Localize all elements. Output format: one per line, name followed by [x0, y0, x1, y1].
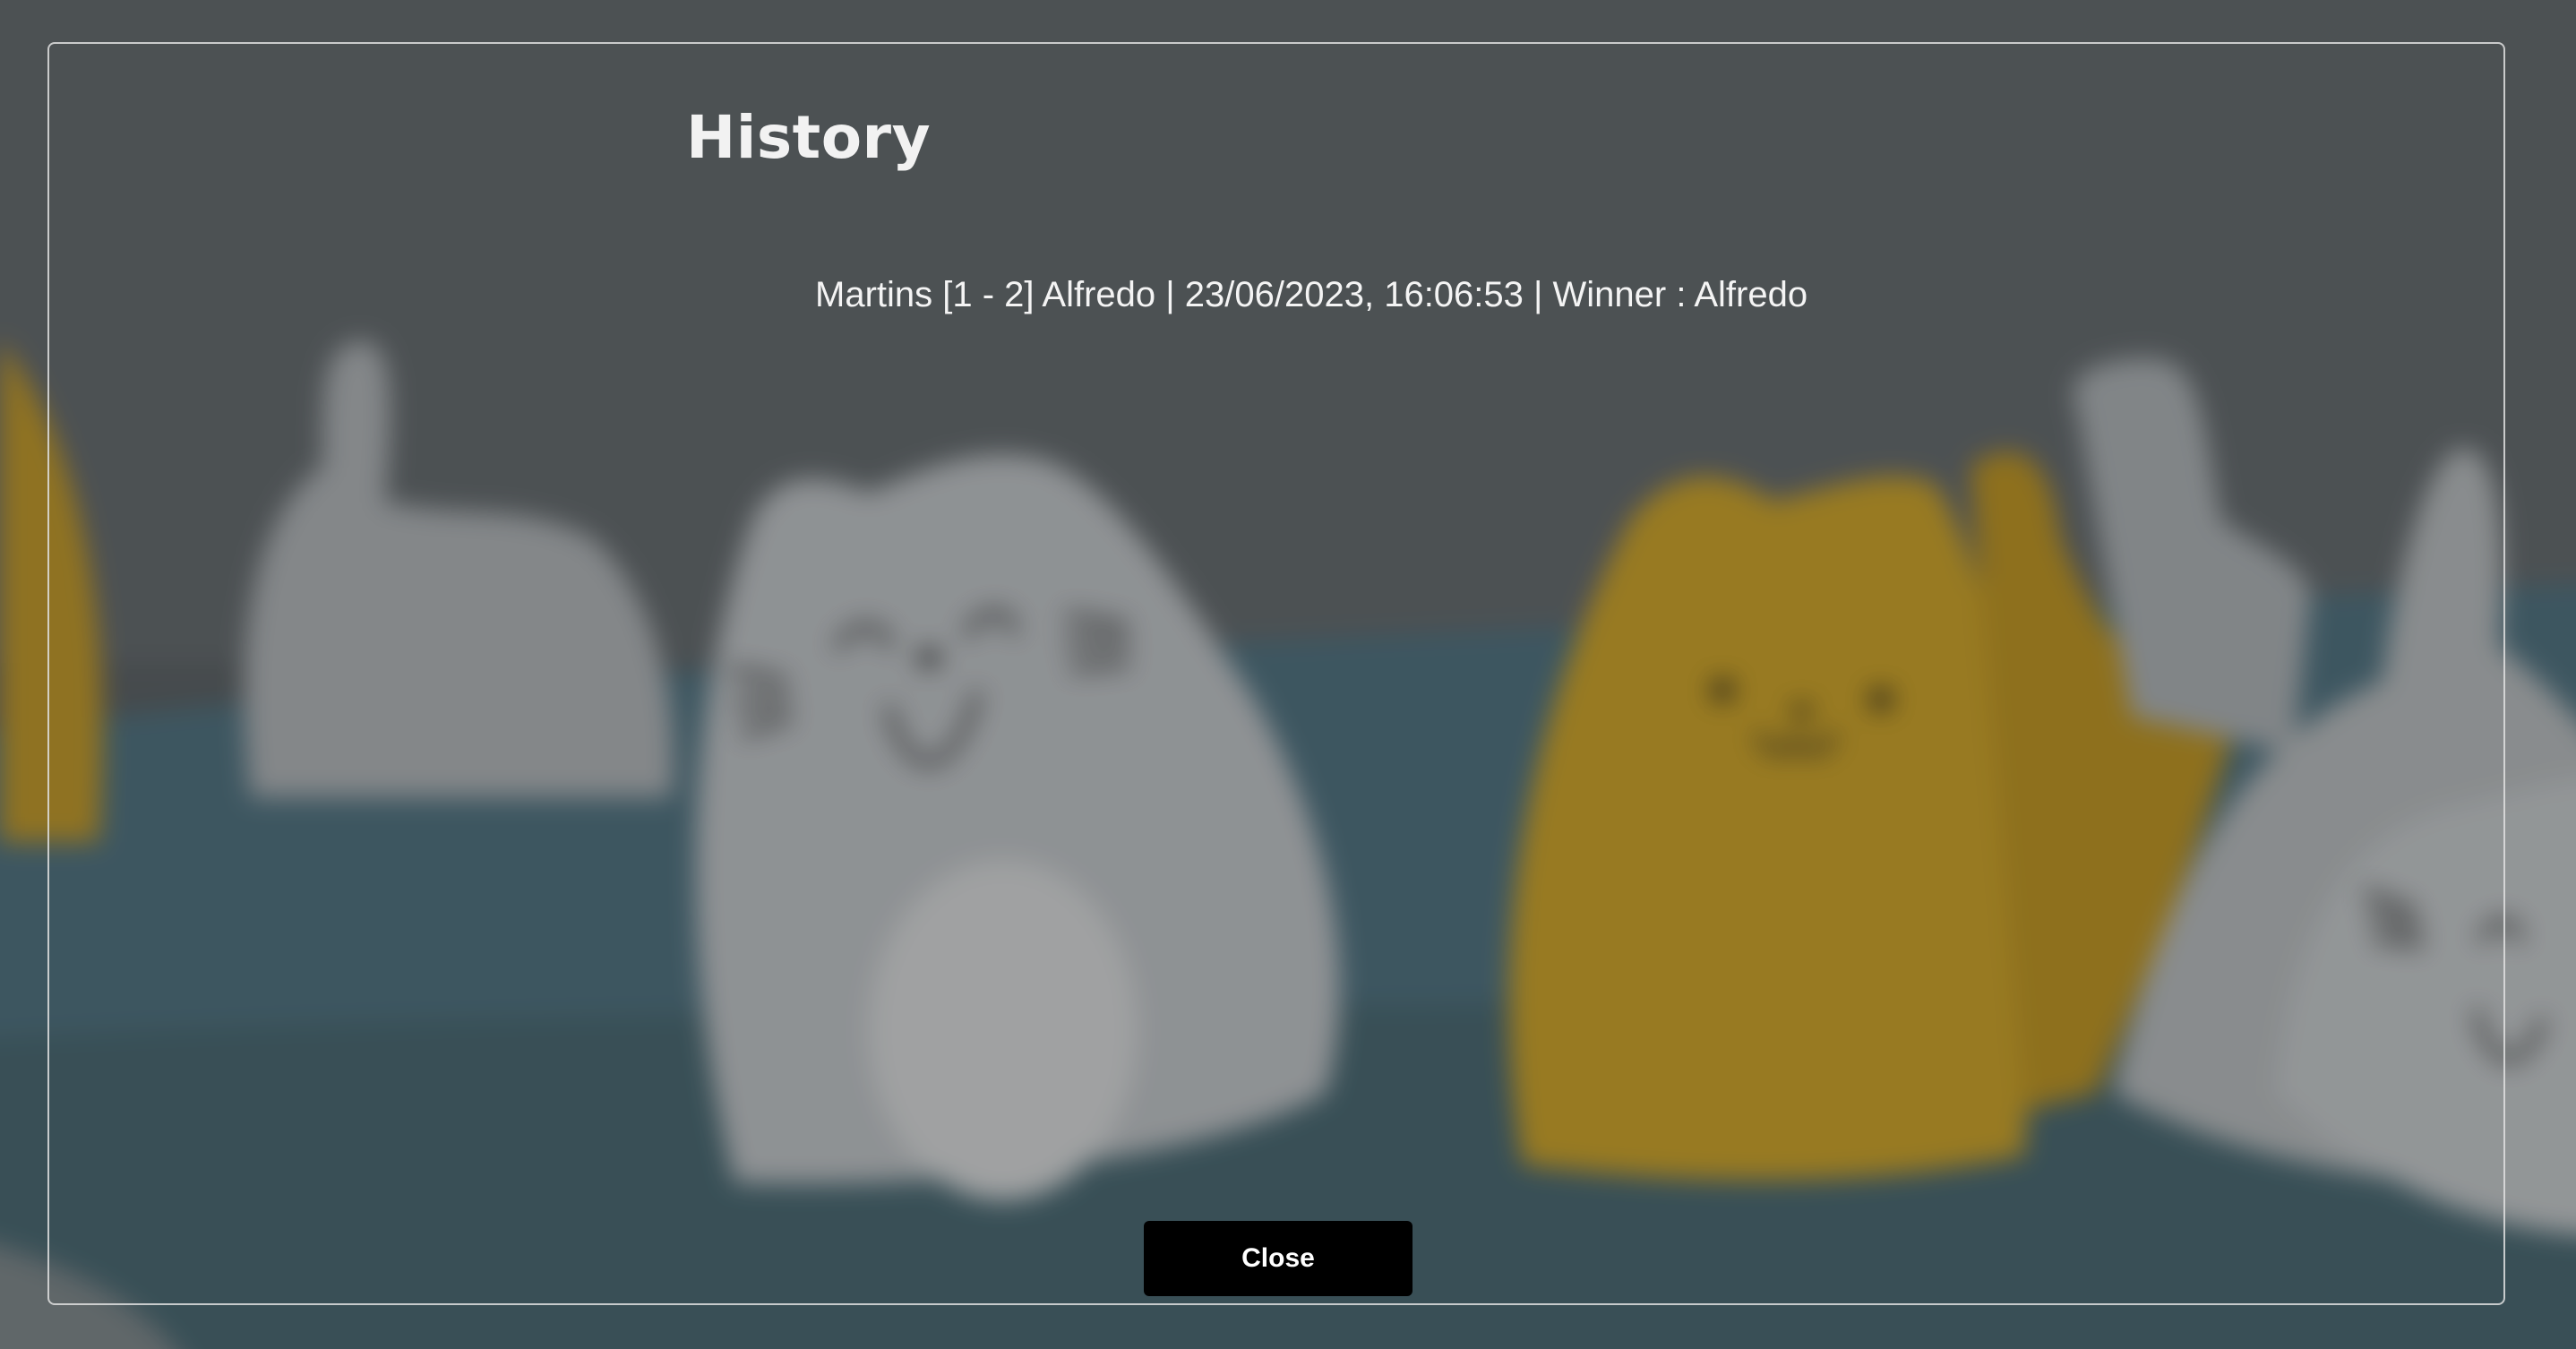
history-entry: Martins [1 - 2] Alfredo | 23/06/2023, 16…: [815, 275, 1808, 314]
close-button[interactable]: Close: [1144, 1221, 1413, 1296]
modal-title: History: [686, 103, 932, 172]
history-modal: History Martins [1 - 2] Alfredo | 23/06/…: [47, 42, 2505, 1305]
